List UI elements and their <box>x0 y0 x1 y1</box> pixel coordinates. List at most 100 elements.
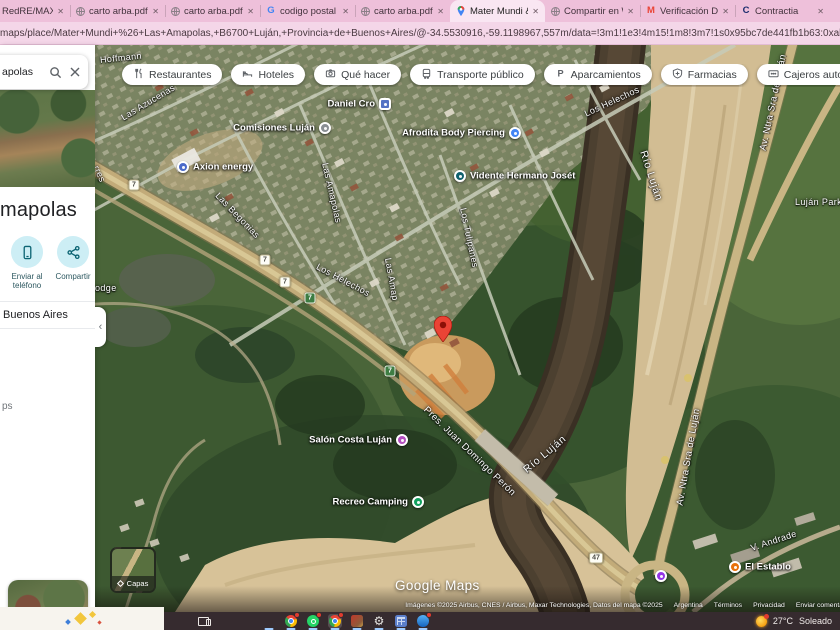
tab-close-icon[interactable]: ✕ <box>722 7 729 16</box>
poi-pin-icon[interactable] <box>655 570 667 582</box>
map-chip-row: Restaurantes Hoteles Qué hacer Transporte p… <box>122 64 840 87</box>
notification-badge <box>426 612 432 618</box>
gmail-favicon-icon: M <box>647 5 655 17</box>
poi-pin-icon[interactable] <box>729 561 741 573</box>
browser-viewport: mapolas Enviar al teléfono Compartir Bue… <box>0 45 840 630</box>
clear-search-icon[interactable] <box>69 66 81 78</box>
poi-pin-icon[interactable] <box>379 98 391 110</box>
task-view-glyph <box>197 616 211 626</box>
street-label: Los Helechos <box>582 84 641 119</box>
svg-text:P: P <box>557 68 563 78</box>
tab-close-icon[interactable]: ✕ <box>627 7 634 16</box>
attribution-link[interactable]: Argentina <box>674 602 703 609</box>
tab-close-icon[interactable]: ✕ <box>152 7 159 16</box>
poi-pin-icon[interactable] <box>396 434 408 446</box>
place-title: mapolas <box>0 199 77 221</box>
chip-hotel[interactable]: Hoteles <box>231 64 306 85</box>
browser-tab[interactable]: carto arba.pdf ✕ <box>70 0 165 22</box>
poi-pin-icon[interactable] <box>454 170 466 182</box>
selected-place-marker[interactable] <box>433 315 453 347</box>
poi-label: Axion energy <box>193 161 254 173</box>
street-label: Los Helechos <box>314 261 372 299</box>
browser-tab[interactable]: carto arba.pdf ✕ <box>165 0 260 22</box>
settings-taskbar-icon[interactable]: ⚙ <box>372 614 386 628</box>
globe-favicon-icon <box>361 6 370 16</box>
whatsapp-taskbar-icon[interactable] <box>306 612 322 628</box>
street-label: V. Andrade <box>749 528 798 553</box>
microsoft-365-taskbar-icon[interactable] <box>218 614 232 628</box>
attribution-link[interactable]: Términos <box>714 602 742 609</box>
weather-temp: 27°C <box>772 616 793 626</box>
task-view-taskbar-icon[interactable] <box>196 614 211 628</box>
chip-atm[interactable]: Cajeros automáticos <box>756 64 840 85</box>
place-hero-photo[interactable] <box>0 90 95 187</box>
microsoft-store-taskbar-icon[interactable] <box>240 614 254 628</box>
tab-close-icon[interactable]: ✕ <box>247 7 254 16</box>
attribution-link[interactable]: Enviar comentarios <box>796 602 840 609</box>
poi-label: Comisiones Luján <box>233 122 315 134</box>
attribution-link[interactable]: Privacidad <box>753 602 785 609</box>
chip-label: Hoteles <box>258 68 295 81</box>
poi-pin-icon[interactable] <box>509 127 521 139</box>
app-red-taskbar-icon[interactable] <box>350 614 364 628</box>
route-shield-icon: 47 <box>589 552 603 564</box>
globe-favicon-icon <box>551 6 560 16</box>
browser-tab[interactable]: C Contractia ✕ <box>735 0 830 22</box>
poi-pin-icon[interactable] <box>412 496 424 508</box>
collapse-side-panel-button[interactable] <box>95 307 106 347</box>
calculator-glyph <box>395 615 407 627</box>
phone-link-taskbar-icon[interactable] <box>416 612 432 628</box>
tab-close-icon[interactable]: ✕ <box>342 7 349 16</box>
chrome-active-taskbar-icon[interactable] <box>328 612 344 628</box>
share-button[interactable]: Compartir <box>52 236 94 290</box>
poi-label: Afrodita Body Piercing <box>402 127 505 139</box>
place-actions: Enviar al teléfono Compartir <box>0 236 95 290</box>
water-label: Río Luján <box>637 149 665 203</box>
browser-tab[interactable]: RedRE/MAX ✕ <box>0 0 70 22</box>
widgets-sparkle-icon <box>52 610 112 627</box>
poi-label: El Establo <box>745 561 791 573</box>
browser-url-bar[interactable]: maps/place/Mater+Mundi+%26+Las+Amapolas,… <box>0 22 840 45</box>
chrome-taskbar-icon[interactable] <box>284 612 300 628</box>
tab-title: Verificación Docu <box>660 5 719 17</box>
tab-close-icon[interactable]: ✕ <box>817 7 824 16</box>
poi-pin-icon[interactable] <box>177 161 189 173</box>
send-to-phone-button[interactable]: Enviar al teléfono <box>6 236 48 290</box>
tab-close-icon[interactable]: ✕ <box>532 7 539 16</box>
road-label: Av. Ntra Sra de Luján <box>674 407 703 507</box>
notification-badge <box>338 612 344 618</box>
browser-tab[interactable]: M Verificación Docu✕ <box>640 0 735 22</box>
map-canvas[interactable]: Hoffmann Las Azucenas rres Las Begonias Las … <box>95 45 840 612</box>
url-text[interactable]: maps/place/Mater+Mundi+%26+Las+Amapolas,… <box>0 28 840 39</box>
layers-button[interactable]: Capas <box>110 547 156 593</box>
parking-icon: P <box>555 68 566 82</box>
google-favicon-icon: G <box>267 5 275 17</box>
sun-icon <box>755 613 769 627</box>
browser-tab[interactable]: Gcodigo postal de ✕ <box>260 0 355 22</box>
calculator-taskbar-icon[interactable] <box>394 614 408 628</box>
chip-parking[interactable]: P Aparcamientos <box>543 64 652 85</box>
chip-restaurant[interactable]: Restaurantes <box>122 64 223 85</box>
browser-tab[interactable]: Mater Mundi & L ✕ <box>450 0 545 22</box>
route-shield-icon: 7 <box>304 292 316 304</box>
street-label: Luján Park S <box>795 197 840 207</box>
share-icon[interactable] <box>57 236 89 268</box>
send-to-phone-icon[interactable] <box>11 236 43 268</box>
windows-taskbar: ⚙ 27°C Soleado <box>0 607 840 630</box>
widgets-button[interactable] <box>0 607 164 630</box>
chip-camera[interactable]: Qué hacer <box>314 64 402 85</box>
search-icon[interactable] <box>49 66 62 79</box>
weather-widget[interactable]: 27°C Soleado <box>755 612 832 630</box>
file-explorer-taskbar-icon[interactable] <box>262 614 276 628</box>
tab-close-icon[interactable]: ✕ <box>57 7 64 16</box>
poi-pin-icon[interactable] <box>319 122 331 134</box>
chip-pharmacy[interactable]: Farmacias <box>660 64 748 85</box>
browser-tab[interactable]: Compartir en Wh ✕ <box>545 0 640 22</box>
maps-search-box[interactable]: apolas <box>0 55 88 89</box>
browser-tab[interactable]: carto arba.pdf ✕ <box>355 0 450 22</box>
google-maps-watermark: Google Maps <box>395 578 480 593</box>
chip-transit[interactable]: Transporte público <box>410 64 535 85</box>
street-label: Los Tulipanes <box>458 206 481 269</box>
search-input[interactable]: apolas <box>2 66 49 78</box>
tab-close-icon[interactable]: ✕ <box>437 7 444 16</box>
